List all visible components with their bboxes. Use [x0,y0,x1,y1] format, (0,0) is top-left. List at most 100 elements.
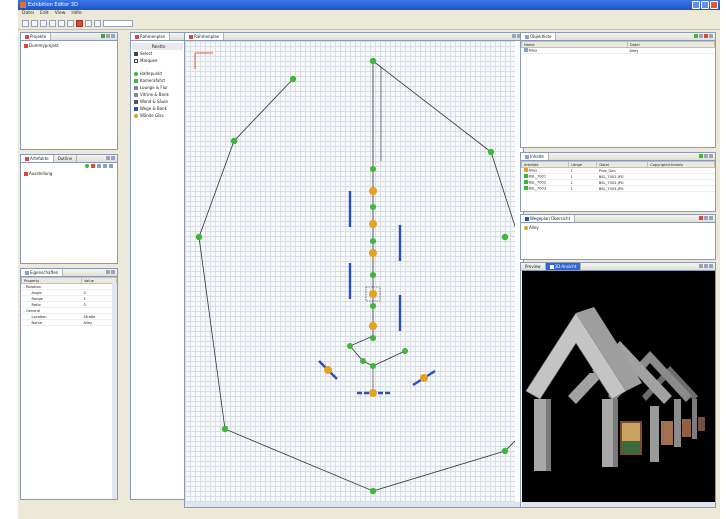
palette-item-select[interactable]: Select [132,50,183,57]
palette-item-paths[interactable]: Wege & Bank [132,105,183,112]
list-item[interactable]: Alley [524,225,712,231]
panel-minimize-icon[interactable] [709,34,713,38]
save-icon[interactable] [40,20,47,27]
panel-minimize-icon[interactable] [106,156,110,160]
panel-minimize-icon[interactable] [704,216,708,220]
stop-point[interactable] [369,487,377,495]
close-window-button[interactable] [710,1,718,9]
minimize-button[interactable] [692,1,700,9]
paste-icon[interactable] [67,20,74,27]
add-icon[interactable] [699,154,703,158]
table-row[interactable]: BSL_7003 1 BSL_7003.JPG [521,185,715,192]
artefact-node[interactable] [369,187,377,195]
3d-render-viewport[interactable] [522,271,715,507]
redo-icon[interactable] [94,20,101,27]
palette-item-glass-wall[interactable]: Wände Glas [132,112,183,119]
floor-plan-drawing[interactable] [185,41,515,508]
cut-icon[interactable] [49,20,56,27]
stop-point[interactable] [347,343,353,349]
tab-projects[interactable]: Projekte [21,33,52,40]
panel-maximize-icon[interactable] [111,34,115,38]
palette-item-stop[interactable]: Haltepunkt [132,70,183,77]
stop-point[interactable] [370,238,376,244]
artefact-node[interactable] [324,366,332,374]
palette-item-marquee[interactable]: Marquee [132,57,183,64]
tab-editor[interactable]: Rahmenplan [185,33,225,40]
tab-palette-plan[interactable]: Rahmenplan [131,33,171,40]
artefact-node[interactable] [369,322,377,330]
delete-icon[interactable] [91,164,95,168]
panel-maximize-icon[interactable] [111,270,115,274]
stop-point[interactable] [289,75,297,83]
palette-item-lounge[interactable]: Lounge & Flur [132,84,183,91]
artefact-node[interactable] [369,389,377,397]
stop-point[interactable] [370,166,376,172]
preview-scrollbar[interactable] [522,502,715,507]
toolbar-combo[interactable] [103,20,133,27]
tab-objects[interactable]: Objektliste [521,33,557,40]
floor-plan-canvas[interactable] [185,41,515,508]
stop-point[interactable] [221,425,229,433]
stop-point[interactable] [487,148,495,156]
menu-edit[interactable]: Edit [40,10,49,18]
panel-minimize-icon[interactable] [512,34,516,38]
panel-minimize-icon[interactable] [106,270,110,274]
stop-point[interactable] [370,335,376,341]
add-icon[interactable] [85,164,89,168]
undo-icon[interactable] [85,20,92,27]
palette-item-wall[interactable]: Wand & Säule [132,98,183,105]
tab-3d-view[interactable]: 3D-Ansicht [545,263,582,270]
tab-preview[interactable]: Preview [521,263,546,270]
panel-minimize-icon[interactable] [709,154,713,158]
edit-icon[interactable] [704,154,708,158]
tree-item-exhibition[interactable]: Ausstellung [24,171,114,177]
stop-point[interactable] [370,272,376,278]
artefact-node[interactable] [369,290,377,298]
palette-item-camera-path[interactable]: Kamerafahrt [132,77,183,84]
new-icon[interactable] [22,20,29,27]
properties-scrollbar[interactable] [112,283,117,499]
tab-path-overview[interactable]: Wegeplan Übersicht [521,215,576,222]
camera-icon[interactable] [699,264,703,268]
stop-point[interactable] [360,358,366,364]
filter-icon[interactable] [109,164,113,168]
edit-icon[interactable] [97,164,101,168]
stop-point[interactable] [369,57,377,65]
table-row[interactable]: Alley Alley [521,47,715,54]
delete-icon[interactable] [76,20,83,27]
open-icon[interactable] [31,20,38,27]
panel-maximize-icon[interactable] [709,216,713,220]
panel-minimize-icon[interactable] [704,264,708,268]
menu-file[interactable]: Datei [22,10,34,18]
stop-point[interactable] [501,447,509,455]
delete-icon[interactable] [704,34,708,38]
artefact-node[interactable] [369,249,377,257]
refresh-icon[interactable] [103,164,107,168]
panel-maximize-icon[interactable] [111,156,115,160]
tab-outline[interactable]: Outline [54,155,78,162]
copy-icon[interactable] [58,20,65,27]
stop-point[interactable] [501,233,509,241]
artefact-nodes[interactable] [324,187,428,397]
stop-point[interactable] [402,348,408,354]
add-icon[interactable] [694,34,698,38]
menu-help[interactable]: Hilfe [71,10,81,18]
edit-icon[interactable] [699,34,703,38]
tab-contents[interactable]: Inhalte [521,153,549,160]
outer-tour-path[interactable] [198,60,515,492]
wall-group[interactable] [318,191,436,395]
stop-points[interactable] [195,57,509,495]
stop-point[interactable] [370,363,376,369]
artefact-node[interactable] [369,220,377,228]
menu-view[interactable]: View [55,10,66,18]
panel-menu-icon[interactable] [101,34,105,38]
stop-point[interactable] [370,303,376,309]
palette-header[interactable]: Palette [132,43,183,50]
delete-icon[interactable] [699,216,703,220]
maximize-button[interactable] [701,1,709,9]
table-row[interactable]: Name Alley [21,319,117,326]
palette-item-showcase[interactable]: Vitrine & Bank [132,91,183,98]
stop-point[interactable] [195,233,203,241]
panel-maximize-icon[interactable] [709,264,713,268]
tab-properties[interactable]: Eigenschaften [21,269,64,276]
